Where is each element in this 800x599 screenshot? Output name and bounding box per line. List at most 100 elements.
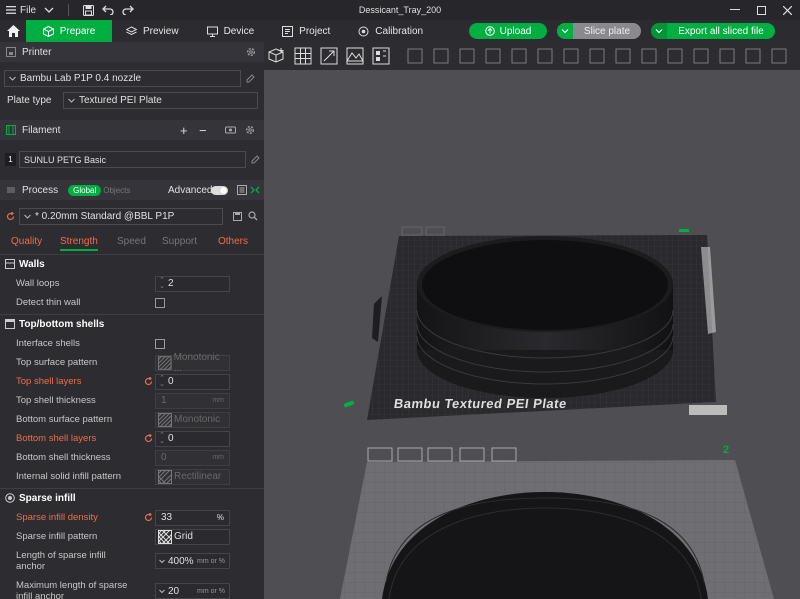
add-plate-button[interactable] [290,43,316,69]
internal-infill-pattern-select[interactable]: Rectilinear [155,468,230,485]
seam-paint-tool[interactable] [584,43,610,69]
minimize-button[interactable] [722,0,748,20]
internal-infill-pattern-value: Rectilinear [174,471,222,482]
viewport-scene [340,226,774,599]
maximize-button[interactable] [748,0,774,20]
interface-shells-checkbox[interactable] [155,338,165,349]
filament-select[interactable]: SUNLU PETG Basic [19,151,246,168]
cut-tool[interactable] [506,43,532,69]
add-object-button[interactable] [264,43,290,69]
subtab-quality[interactable]: Quality [11,236,42,247]
bottom-surface-pattern-select[interactable]: Monotonic [155,411,230,428]
explode-tool[interactable] [766,43,792,69]
subtab-support[interactable]: Support [162,236,197,247]
detect-thin-wall-checkbox[interactable] [155,297,165,308]
sparse-infill-icon [5,493,15,503]
tab-project[interactable]: Project [268,20,344,42]
sync-icon[interactable] [225,125,236,135]
reset-icon[interactable] [6,212,15,221]
search-icon[interactable] [248,211,258,221]
chevron-down-icon [159,559,165,563]
top-shell-layers-stepper[interactable]: ⌃ ⌄ 0 [155,373,230,390]
sparse-anchor-input[interactable]: 400% mm or % [155,553,230,569]
tab-calibration[interactable]: Calibration [344,20,437,42]
subtab-speed[interactable]: Speed [117,236,146,247]
support-paint-tool[interactable] [558,43,584,69]
slice-plate-button[interactable]: Slice plate [557,23,641,39]
assembly-tool[interactable] [662,43,688,69]
color-paint-tool[interactable] [688,43,714,69]
redo-icon[interactable] [122,5,135,15]
global-toggle[interactable]: Global [68,184,102,196]
wall-loops-label: Wall loops [16,278,60,289]
view-tool[interactable] [740,43,766,69]
text-tool[interactable] [610,43,636,69]
home-button[interactable] [0,20,26,42]
sparse-anchor-row: Length of sparse infill anchor 400% mm or… [0,548,264,574]
export-dropdown[interactable] [651,23,667,39]
sparse-anchor-unit: mm or % [197,557,225,565]
bottom-shell-thickness-input[interactable]: 0 mm [155,449,230,466]
mesh-boolean-tool[interactable] [532,43,558,69]
remove-filament-button[interactable]: − [199,123,207,138]
tab-device[interactable]: Device [193,20,269,42]
chevron-down-icon [9,76,16,81]
plate-type-select[interactable]: Textured PEI Plate [63,92,258,109]
advanced-label: Advanced [168,184,213,196]
advanced-switch[interactable] [211,185,228,195]
sparse-max-anchor-input[interactable]: 20 mm or % [155,583,230,599]
reset-icon[interactable] [144,377,153,386]
objects-toggle[interactable]: Objects [103,186,130,195]
close-button[interactable] [774,0,800,20]
list-icon[interactable] [237,185,247,195]
sparse-pattern-select[interactable]: Grid [155,528,230,545]
save-icon[interactable] [83,4,95,16]
upload-button[interactable]: Upload [469,23,547,39]
add-filament-button[interactable]: + [180,123,188,138]
top-shell-thickness-input[interactable]: 1 mm [155,392,230,409]
tab-label: Device [223,25,255,37]
tab-prepare[interactable]: Prepare [26,20,112,42]
gear-icon[interactable] [245,125,255,135]
bottom-shell-layers-stepper[interactable]: ⌃ ⌄ 0 [155,430,230,447]
monotonic-pattern-icon [158,355,172,370]
walls-title: Walls [19,258,45,270]
save-preset-icon[interactable] [233,212,242,221]
sparse-density-unit: % [216,513,224,522]
3d-viewport[interactable]: Bambu Textured PEI Plate 2 [264,42,800,599]
subtab-others[interactable]: Others [218,236,248,247]
printer-header: Printer [0,42,264,62]
bottom-shell-layers-label: Bottom shell layers [16,433,97,444]
move-tool[interactable] [402,43,428,69]
reset-icon[interactable] [144,513,153,522]
gear-icon[interactable] [246,47,256,57]
arrange-button[interactable] [342,43,368,69]
wall-loops-stepper[interactable]: ⌃ ⌄ 2 [155,275,230,292]
top-surface-pattern-select[interactable]: Monotonic ... [155,352,230,374]
interface-shells-label: Interface shells [16,338,80,349]
process-preset-select[interactable]: * 0.20mm Standard @BBL P1P [19,208,223,225]
printer-select[interactable]: Bambu Lab P1P 0.4 nozzle [4,70,241,87]
export-button[interactable]: Export all sliced file [651,23,775,39]
split-button[interactable] [368,43,394,69]
sparse-density-input[interactable]: 33 % [155,509,230,526]
chevron-down-icon[interactable] [44,6,54,14]
edit-icon[interactable] [251,155,260,164]
variable-layer-tool[interactable] [714,43,740,69]
measure-tool[interactable] [636,43,662,69]
subtab-strength[interactable]: Strength [60,236,98,251]
color-paint-icon [693,48,709,64]
undo-icon[interactable] [102,5,114,15]
sparse-density-label: Sparse infill density [16,512,98,523]
upload-label: Upload [499,25,532,37]
edit-icon[interactable] [246,74,255,83]
scale-tool[interactable] [454,43,480,69]
orient-button[interactable] [316,43,342,69]
tab-preview[interactable]: Preview [112,20,193,42]
reset-icon[interactable] [144,434,153,443]
rotate-tool[interactable] [428,43,454,69]
lay-on-face-tool[interactable] [480,43,506,69]
compare-icon[interactable] [250,185,260,195]
file-menu[interactable]: File [6,5,36,16]
slice-dropdown[interactable] [557,23,573,39]
